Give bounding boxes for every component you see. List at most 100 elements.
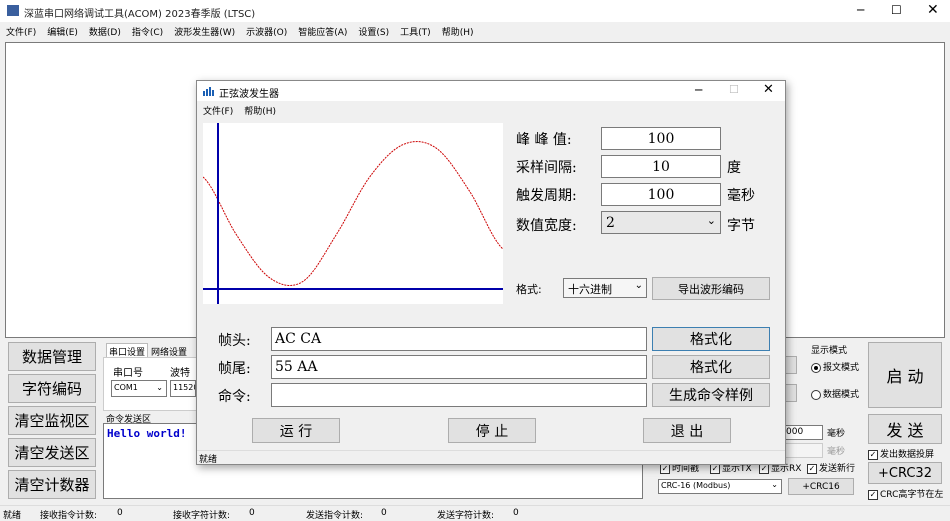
stop-label: 停 止	[475, 423, 509, 440]
run-button[interactable]: 运 行	[252, 418, 340, 443]
tail-label: 帧尾:	[218, 361, 251, 377]
format-label: 格式:	[516, 283, 542, 296]
peak-input[interactable]: 100	[601, 127, 721, 150]
crc32-button[interactable]: +CRC32	[868, 462, 942, 484]
check-icon: ✓	[868, 489, 878, 500]
exit-button[interactable]: 退 出	[643, 418, 731, 443]
chevron-down-icon: ⌄	[706, 214, 716, 227]
send-label: 发 送	[886, 421, 924, 440]
char-encoding-button[interactable]: 字符编码	[8, 374, 96, 403]
gen-cmd-button[interactable]: 生成命令样例	[652, 383, 770, 407]
menu-command[interactable]: 指令(C)	[132, 28, 163, 38]
width-select[interactable]: 2 ⌄	[601, 211, 721, 234]
period-unit: 毫秒	[727, 188, 755, 204]
interval-input[interactable]: 000	[783, 425, 823, 440]
recv-char-label: 接收字符计数:	[173, 511, 231, 521]
send-echo-checkbox[interactable]: ✓ 发出数据投屏	[868, 447, 934, 460]
mode-data-label: 数据模式	[823, 390, 860, 400]
close-icon[interactable]: ✕	[763, 82, 774, 97]
menu-tools[interactable]: 工具(T)	[400, 28, 431, 38]
stop-button[interactable]: 停 止	[448, 418, 536, 443]
interval-value: 000	[786, 427, 804, 437]
crc-high-checkbox[interactable]: ✓ CRC高字节在左	[868, 487, 943, 500]
interval-unit: 毫秒	[827, 429, 846, 439]
send-char-label: 发送字符计数:	[437, 511, 495, 521]
hidden-button-2[interactable]	[785, 384, 797, 402]
minimize-icon[interactable]: ─	[857, 3, 864, 17]
menu-wave[interactable]: 波形发生器(W)	[174, 28, 235, 38]
main-status-bar: 就绪 接收指令计数: 0 接收字符计数: 0 发送指令计数: 0 发送字符计数:…	[0, 505, 950, 521]
interval-unit: 度	[727, 160, 741, 176]
format-tail-label: 格式化	[690, 360, 732, 376]
crc-select[interactable]: CRC-16 (Modbus) ⌄	[658, 479, 782, 494]
send-char-value: 0	[513, 508, 519, 518]
show-rx-label: 显示RX	[771, 464, 802, 474]
hidden-button-1[interactable]	[785, 356, 797, 374]
baud-value: 11520	[173, 383, 196, 392]
interval-unit-2: 毫秒	[827, 447, 846, 457]
dialog-menu-file[interactable]: 文件(F)	[203, 107, 233, 117]
send-cmd-value: 0	[381, 508, 387, 518]
sine-wave-line	[203, 140, 503, 286]
dialog-title-bar: 正弦波发生器 ─ ☐ ✕	[197, 81, 785, 101]
send-echo-label: 发出数据投屏	[880, 450, 935, 460]
mode-data-radio[interactable]: 数据模式	[811, 387, 859, 400]
maximize-icon[interactable]: ☐	[729, 83, 739, 96]
head-label: 帧头:	[218, 333, 251, 349]
start-label: 启 动	[886, 367, 924, 386]
clear-counter-button[interactable]: 清空计数器	[8, 470, 96, 499]
dialog-menu-help[interactable]: 帮助(H)	[244, 107, 276, 117]
baud-label: 波特	[170, 368, 190, 379]
export-wave-button[interactable]: 导出波形编码	[652, 277, 770, 300]
menu-file[interactable]: 文件(F)	[6, 28, 36, 38]
period-input[interactable]: 100	[601, 183, 721, 206]
sine-dialog: 正弦波发生器 ─ ☐ ✕ 文件(F) 帮助(H) 峰 峰 值: 100 采样间隔:…	[196, 80, 786, 465]
interval-input[interactable]: 10	[601, 155, 721, 178]
close-icon[interactable]: ✕	[927, 2, 939, 18]
status-ready: 就绪	[3, 511, 22, 521]
baud-select[interactable]: 11520	[170, 380, 196, 397]
crc-high-label: CRC高字节在左	[880, 490, 944, 500]
send-button[interactable]: 发 送	[868, 414, 942, 444]
period-value: 100	[647, 186, 675, 203]
format-head-label: 格式化	[690, 332, 732, 348]
recv-char-value: 0	[249, 508, 255, 518]
menu-scope[interactable]: 示波器(O)	[246, 28, 287, 38]
chevron-down-icon: ⌄	[634, 280, 643, 291]
menu-settings[interactable]: 设置(S)	[358, 28, 389, 38]
cmd-input[interactable]	[271, 383, 647, 407]
crc16-label: +CRC16	[802, 481, 840, 492]
radio-on-icon	[811, 362, 821, 373]
head-input[interactable]: AC CA	[271, 327, 647, 351]
format-select[interactable]: 十六进制 ⌄	[563, 278, 647, 298]
menu-data[interactable]: 数据(D)	[89, 28, 121, 38]
format-tail-button[interactable]: 格式化	[652, 355, 770, 379]
sine-wave-chart	[203, 123, 503, 304]
crc32-label: +CRC32	[878, 465, 932, 481]
mode-packet-radio[interactable]: 报文模式	[811, 360, 859, 373]
interval-input-2[interactable]	[783, 443, 823, 458]
chart-bars-icon	[203, 87, 214, 96]
port-select[interactable]: COM1 ⌄	[111, 380, 167, 397]
tail-input[interactable]: 55 AA	[271, 355, 647, 379]
start-button[interactable]: 启 动	[868, 342, 942, 408]
send-newline-checkbox[interactable]: ✓ 发送新行	[807, 461, 855, 474]
send-newline-label: 发送新行	[819, 464, 856, 474]
clear-monitor-button[interactable]: 清空监视区	[8, 406, 96, 435]
menu-help[interactable]: 帮助(H)	[442, 28, 474, 38]
format-value: 十六进制	[568, 283, 612, 296]
head-value: AC CA	[275, 331, 322, 347]
menu-reply[interactable]: 智能应答(A)	[298, 28, 347, 38]
menu-edit[interactable]: 编辑(E)	[47, 28, 78, 38]
minimize-icon[interactable]: ─	[695, 83, 702, 97]
crc16-button[interactable]: +CRC16	[788, 478, 854, 495]
maximize-icon[interactable]: ☐	[891, 3, 902, 17]
chevron-down-icon: ⌄	[156, 383, 163, 392]
clear-send-button[interactable]: 清空发送区	[8, 438, 96, 467]
data-manage-button[interactable]: 数据管理	[8, 342, 96, 371]
format-head-button[interactable]: 格式化	[652, 327, 770, 351]
interval-value: 10	[652, 158, 670, 175]
send-cmd-label: 发送指令计数:	[306, 511, 364, 521]
show-time-label: 时间戳	[672, 464, 700, 474]
gen-cmd-label: 生成命令样例	[669, 388, 753, 404]
